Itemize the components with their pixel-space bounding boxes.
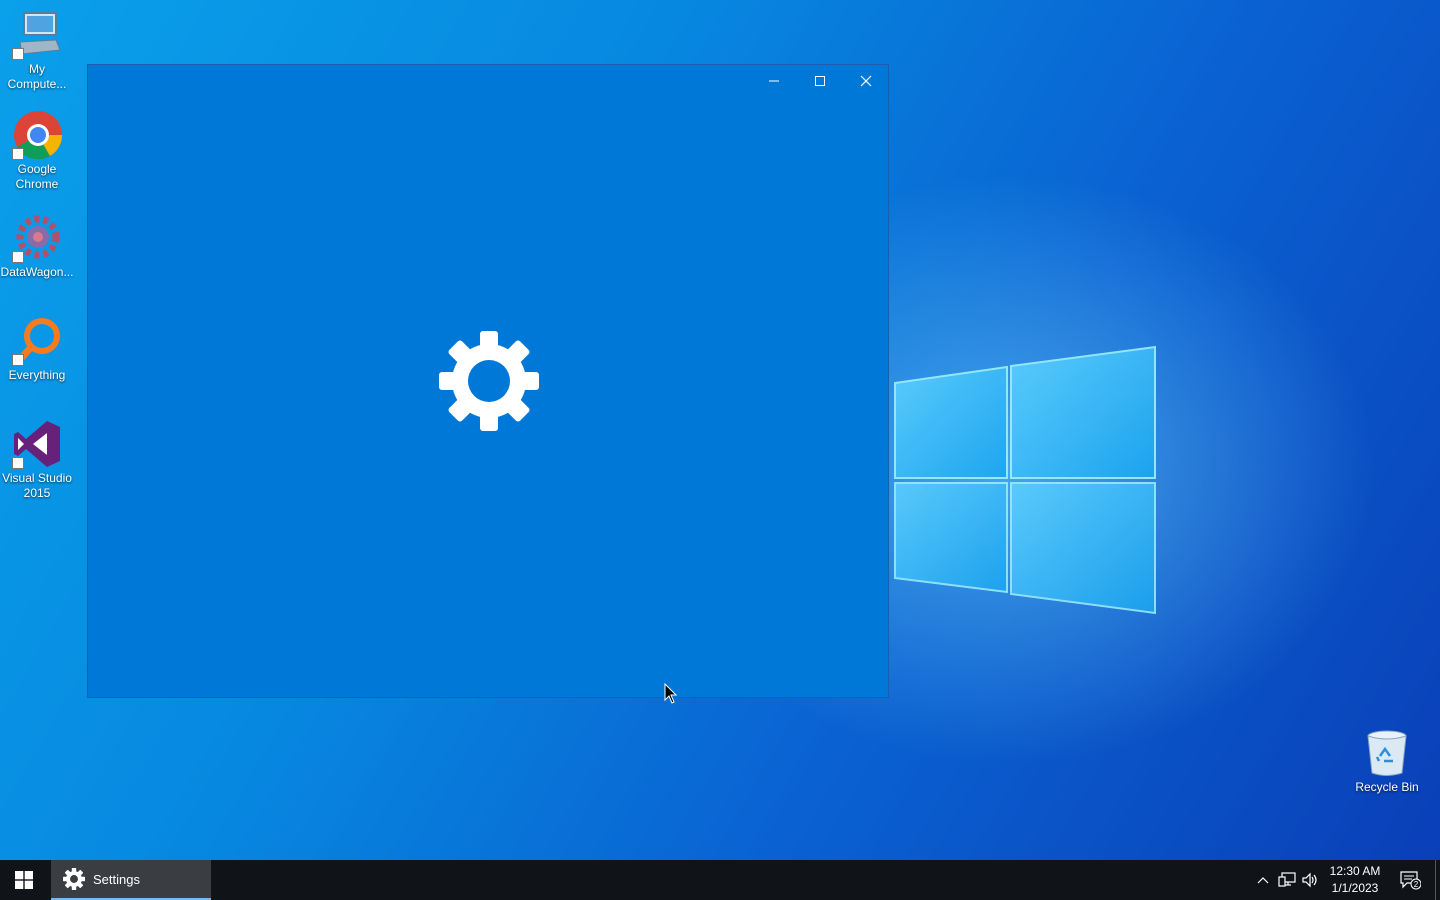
maximize-icon xyxy=(815,76,825,86)
volume-icon xyxy=(1302,872,1317,888)
taskbar-app-settings[interactable]: Settings xyxy=(51,860,211,900)
volume-button[interactable] xyxy=(1299,860,1321,900)
notification-count: 2 xyxy=(1414,880,1419,889)
desktop-icon-google-chrome[interactable]: Google Chrome xyxy=(0,110,74,192)
desktop-icon-everything[interactable]: Everything xyxy=(0,316,74,383)
network-icon xyxy=(1278,872,1296,887)
taskbar-app-label: Settings xyxy=(93,871,140,887)
icon-label: Recycle Bin xyxy=(1355,780,1419,794)
computer-icon xyxy=(12,10,62,60)
show-desktop-button[interactable] xyxy=(1435,860,1440,900)
desktop-icon-recycle-bin[interactable]: Recycle Bin xyxy=(1350,728,1424,795)
chrome-icon xyxy=(12,110,63,160)
desktop-icon-visual-studio[interactable]: Visual Studio 2015 xyxy=(0,419,74,501)
recycle-bin-icon xyxy=(1362,728,1412,778)
taskbar-clock[interactable]: 12:30 AM 1/1/2023 xyxy=(1322,863,1388,897)
icon-label: My Compute... xyxy=(7,62,67,91)
windows-start-icon xyxy=(15,871,33,889)
taskbar: Settings 12:30 AM 1/1/2023 2 xyxy=(0,860,1440,900)
desktop-icon-datawagon[interactable]: DataWagon... xyxy=(0,213,74,280)
datawagon-icon xyxy=(12,213,62,263)
close-icon xyxy=(860,75,872,87)
gear-icon xyxy=(63,868,85,890)
icon-label: Google Chrome xyxy=(15,162,59,191)
minimize-icon xyxy=(769,80,779,82)
icon-label: Visual Studio 2015 xyxy=(2,471,72,500)
start-button[interactable] xyxy=(0,860,48,900)
clock-date: 1/1/2023 xyxy=(1331,881,1379,895)
gear-icon xyxy=(439,331,539,431)
desktop-icon-my-computer[interactable]: My Compute... xyxy=(0,10,74,92)
show-hidden-icons-button[interactable] xyxy=(1252,860,1274,900)
clock-time: 12:30 AM xyxy=(1329,864,1381,878)
windows-wallpaper-logo xyxy=(894,345,1156,615)
chevron-up-icon xyxy=(1257,877,1269,884)
maximize-button[interactable] xyxy=(797,65,843,97)
action-center-button[interactable]: 2 xyxy=(1394,860,1426,900)
visual-studio-icon xyxy=(12,419,62,469)
settings-window[interactable] xyxy=(87,64,889,698)
notification-icon: 2 xyxy=(1400,871,1421,890)
close-button[interactable] xyxy=(843,65,889,97)
icon-label: Everything xyxy=(8,368,66,382)
minimize-button[interactable] xyxy=(751,65,797,97)
network-button[interactable] xyxy=(1276,860,1298,900)
icon-label: DataWagon... xyxy=(0,265,74,279)
everything-search-icon xyxy=(12,316,62,366)
desktop: My Compute... Google Chrome DataWagon... xyxy=(0,0,1440,860)
mouse-cursor xyxy=(664,683,678,704)
